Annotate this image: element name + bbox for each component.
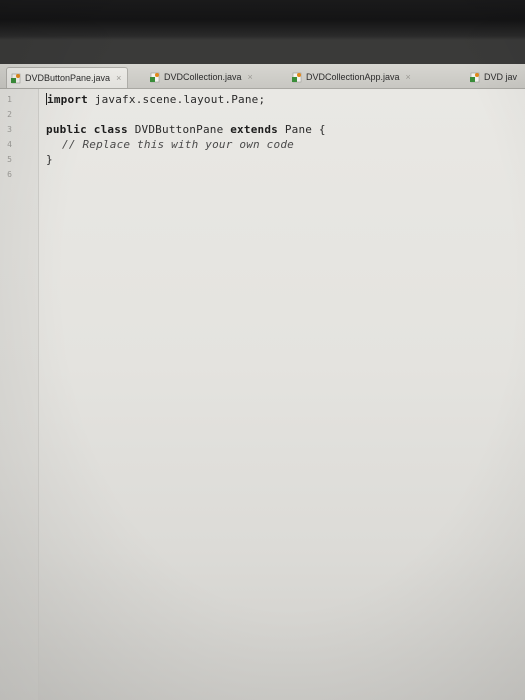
class-name: DVDButtonPane — [127, 123, 231, 136]
code-line-1[interactable]: import javafx.scene.layout.Pane; — [46, 93, 265, 106]
java-file-icon — [11, 73, 21, 84]
code-line-4[interactable]: // Replace this with your own code — [62, 138, 294, 151]
tab-label: DVD jav — [484, 72, 518, 82]
import-path: javafx.scene.layout.Pane; — [87, 93, 266, 106]
line-number-gutter: 1 2 3 4 5 6 — [0, 89, 39, 700]
line-number: 5 — [7, 155, 12, 164]
tab-label: DVDCollectionApp.java — [306, 72, 400, 82]
line-number: 3 — [7, 125, 12, 134]
line-number: 4 — [7, 140, 12, 149]
close-tab-icon[interactable]: × — [248, 72, 253, 82]
tab-dvdbuttonpane[interactable]: DVDButtonPane.java × — [6, 67, 129, 88]
code-line-5[interactable]: } — [46, 153, 53, 166]
keyword-extends: extends — [230, 123, 278, 136]
closing-brace: } — [46, 153, 53, 166]
code-editor[interactable]: 1 2 3 4 5 6 import javafx.scene.layout.P… — [0, 89, 525, 700]
line-number: 1 — [7, 95, 12, 104]
tab-dvdcollectionapp[interactable]: DVDCollectionApp.java × — [292, 67, 411, 87]
line-number: 2 — [7, 110, 12, 119]
superclass: Pane { — [278, 123, 326, 136]
tab-dvdcollection[interactable]: DVDCollection.java × — [150, 67, 253, 87]
close-tab-icon[interactable]: × — [406, 72, 411, 82]
tab-label: DVDCollection.java — [164, 72, 242, 82]
java-file-icon — [292, 72, 302, 83]
keyword-import: import — [47, 93, 88, 106]
tab-label: DVDButtonPane.java — [25, 73, 111, 83]
close-tab-icon[interactable]: × — [116, 73, 121, 83]
java-file-icon — [470, 72, 480, 83]
code-comment: // Replace this with your own code — [62, 138, 294, 151]
line-number: 6 — [7, 170, 12, 179]
tab-dvd-partial[interactable]: DVD jav — [470, 67, 517, 87]
screen: DVDButtonPane.java × DVDCollection.java … — [0, 0, 525, 700]
java-file-icon — [150, 72, 160, 83]
editor-tab-bar: DVDButtonPane.java × DVDCollection.java … — [0, 64, 525, 89]
keyword-public: public — [46, 123, 87, 136]
keyword-class: class — [93, 123, 128, 136]
code-line-3[interactable]: public class DVDButtonPane extends Pane … — [46, 123, 326, 136]
